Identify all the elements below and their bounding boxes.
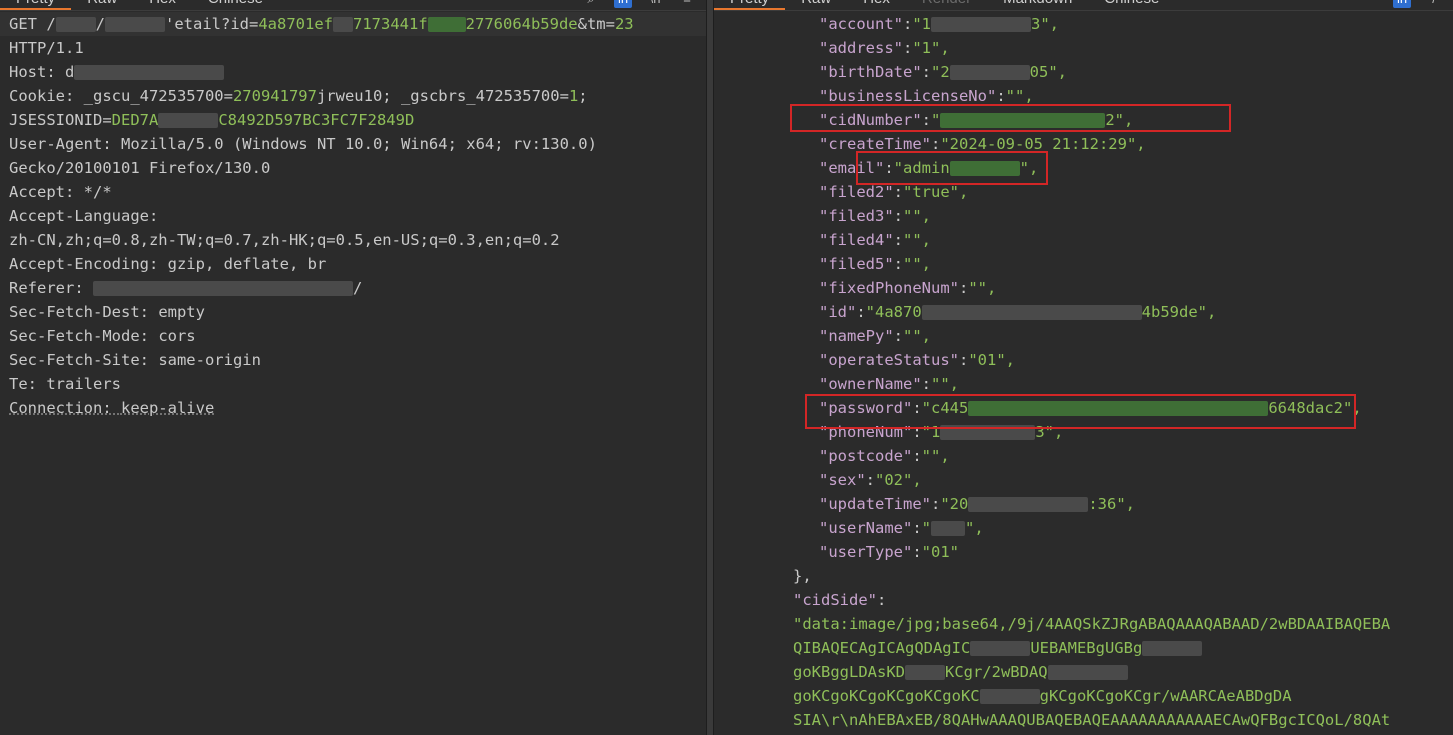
tab-raw[interactable]: Raw <box>785 0 847 10</box>
redaction <box>158 113 219 128</box>
wrap-toggle-icon[interactable]: ln <box>1393 0 1411 8</box>
wrap-toggle-icon[interactable]: ln <box>614 0 632 8</box>
menu-icon[interactable]: ≡ <box>678 0 696 8</box>
redaction <box>1142 641 1203 656</box>
base64-line: goKBggLDAsKD KCgr/2wBDAQ <box>714 660 1453 684</box>
tab-chinese[interactable]: Chinese <box>192 0 279 10</box>
header-user-agent: User-Agent: Mozilla/5.0 (Windows NT 10.0… <box>9 135 597 153</box>
redaction <box>333 17 353 32</box>
tab-render: Render <box>906 0 987 10</box>
redaction <box>427 17 466 32</box>
redaction <box>55 17 96 32</box>
json-close-brace: }, <box>793 567 812 585</box>
base64-line: SIA\r\nAhEBAxEB/8QAHwAAAQUBAQEBAQEAAAAAA… <box>793 711 1391 729</box>
highlight-box-cidnumber <box>790 104 1231 132</box>
tab-hex[interactable]: Hex <box>847 0 906 10</box>
tab-pretty[interactable]: Pretty <box>0 0 72 10</box>
request-editor[interactable]: GET / /'etail?id=4a8701ef 7173441f 2776064b… <box>0 12 706 420</box>
json-field-cidside: "cidSide": <box>793 591 887 609</box>
json-field-filed3: "filed3":"", <box>819 207 931 225</box>
redaction <box>93 281 353 296</box>
redaction <box>105 17 166 32</box>
header-accept-encoding: Accept-Encoding: gzip, deflate, br <box>9 255 327 273</box>
highlight-box-password <box>805 394 1356 429</box>
base64-line: "data:image/jpg;base64,/9j/4AAQSkZJRgABA… <box>793 615 1391 633</box>
json-field-birthdate: "birthDate":"2 05", <box>819 63 1067 81</box>
header-accept-language: Accept-Language: <box>9 207 159 225</box>
json-field-ownername: "ownerName":"", <box>819 375 959 393</box>
request-tabbar: Pretty Raw Hex Chinese ⌕ ln \n ≡ <box>0 0 706 11</box>
pane-divider[interactable] <box>706 0 714 735</box>
json-field-sex: "sex":"02", <box>819 471 922 489</box>
newline-icon[interactable]: \n <box>646 0 664 8</box>
redaction <box>74 65 225 80</box>
json-field-operatestatus: "operateStatus":"01", <box>819 351 1015 369</box>
json-field-id: "id":"4a870 4b59de", <box>819 303 1217 321</box>
header-accept-language-val: zh-CN,zh;q=0.8,zh-TW;q=0.7,zh-HK;q=0.5,e… <box>9 231 560 249</box>
redaction <box>904 665 945 680</box>
redaction <box>1047 665 1128 680</box>
tab-raw[interactable]: Raw <box>71 0 133 10</box>
json-field-usertype: "userType":"01" <box>819 543 959 561</box>
tab-pretty[interactable]: Pretty <box>714 0 786 10</box>
request-line: GET / /'etail?id=4a8701ef 7173441f 2776064b… <box>0 12 706 36</box>
header-sec-fetch-dest: Sec-Fetch-Dest: empty <box>9 303 205 321</box>
redaction <box>921 305 1142 320</box>
request-pane: Pretty Raw Hex Chinese ⌕ ln \n ≡ GET //'… <box>0 0 706 735</box>
redaction <box>931 17 1032 32</box>
search-icon[interactable]: ⌕ <box>582 0 600 8</box>
header-referer: Referer: / <box>9 279 363 297</box>
json-field-filed5: "filed5":"", <box>819 255 931 273</box>
header-sec-fetch-mode: Sec-Fetch-Mode: cors <box>9 327 196 345</box>
http-version: HTTP/1.1 <box>9 39 84 57</box>
json-field-filed2: "filed2":"true", <box>819 183 969 201</box>
redaction <box>970 641 1031 656</box>
json-field-createtime: "createTime":"2024-09-05 21:12:29", <box>819 135 1146 153</box>
header-te: Te: trailers <box>9 375 121 393</box>
redaction <box>979 689 1040 704</box>
tab-hex[interactable]: Hex <box>133 0 192 10</box>
header-accept: Accept: */* <box>9 183 112 201</box>
json-field-email: "email":"admin ", <box>819 159 1039 177</box>
highlight-box-email <box>856 151 1048 185</box>
header-sec-fetch-site: Sec-Fetch-Site: same-origin <box>9 351 261 369</box>
response-pane: Pretty Raw Hex Render Markdown Chinese l… <box>714 0 1453 735</box>
response-tabbar: Pretty Raw Hex Render Markdown Chinese l… <box>714 0 1453 11</box>
json-field-filed4: "filed4":"", <box>819 231 931 249</box>
json-field-namepy: "namePy":"", <box>819 327 931 345</box>
newline-icon[interactable]: / <box>1425 0 1443 8</box>
redaction <box>968 497 1089 512</box>
header-user-agent-cont: Gecko/20100101 Firefox/130.0 <box>9 159 271 177</box>
redaction <box>949 65 1030 80</box>
json-field-postcode: "postcode":"", <box>819 447 950 465</box>
json-field-fixedphone: "fixedPhoneNum":"", <box>819 279 997 297</box>
json-field-account: "account":"1 3", <box>819 15 1060 33</box>
json-field-address: "address":"1", <box>819 39 950 57</box>
header-jsessionid: JSESSIONID=DED7A C8492D597BC3FC7F2849D <box>9 111 415 129</box>
header-cookie: Cookie: _gscu_472535700=270941797jrweu10… <box>9 87 588 105</box>
tab-markdown[interactable]: Markdown <box>987 0 1088 10</box>
header-host: Host: d <box>0 60 706 84</box>
redaction <box>931 521 966 536</box>
header-connection: Connection: keep-alive <box>9 399 215 417</box>
json-field-updatetime: "updateTime":"20:36", <box>819 495 1135 513</box>
base64-line: QIBAQECAgICAgQDAgIC UEBAMEBgUGBg <box>714 636 1453 660</box>
json-field-username: "userName":" ", <box>819 519 984 537</box>
base64-line: goKCgoKCgoKCgoKCgoKC gKCgoKCgoKCgr/wAARCA… <box>793 687 1292 705</box>
tab-chinese[interactable]: Chinese <box>1088 0 1175 10</box>
